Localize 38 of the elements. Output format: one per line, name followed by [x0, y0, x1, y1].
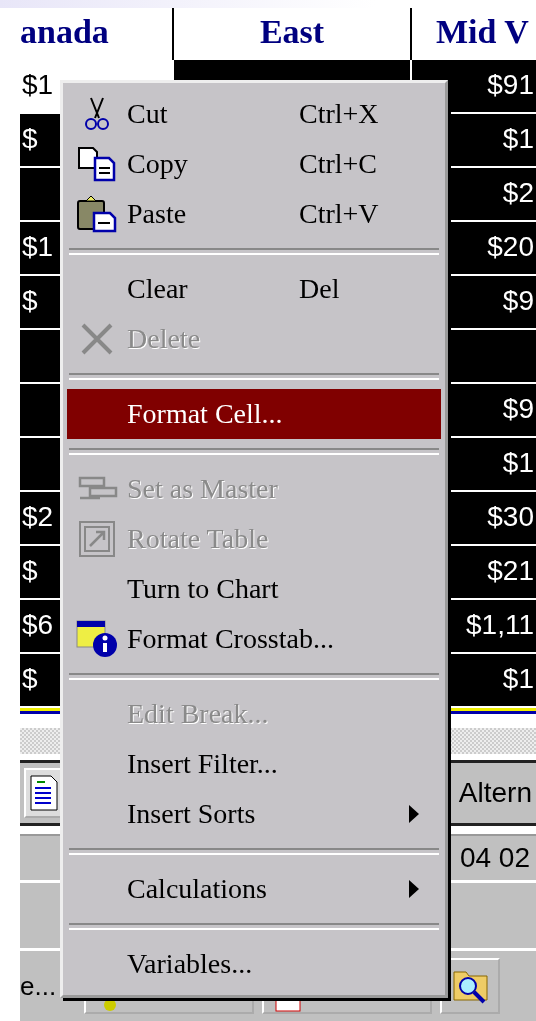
- menu-item[interactable]: Calculations: [67, 864, 441, 914]
- shortcut-label: Ctrl+X: [299, 98, 379, 130]
- table-cell-text: $91: [486, 68, 535, 102]
- document-icon: [29, 774, 59, 812]
- menu-item[interactable]: Insert Filter...: [67, 739, 441, 789]
- clipboard-icon: [76, 195, 118, 233]
- menu-item-label: Variables...: [127, 948, 253, 980]
- copy-icon: [77, 146, 117, 182]
- menu-item-label: Insert Sorts: [127, 798, 256, 830]
- table-cell-text: $9: [501, 284, 535, 318]
- table-cell-text: $30: [486, 500, 535, 534]
- column-header: Mid V: [435, 12, 530, 52]
- table-cell-text: $1: [501, 662, 535, 696]
- table-info-icon: [75, 619, 119, 659]
- toolbar-label: Altern: [458, 777, 533, 809]
- menu-item[interactable]: Format Cell...: [67, 389, 441, 439]
- submenu-arrow-icon: [409, 805, 419, 823]
- status-text: 04 02: [459, 842, 531, 874]
- table-cell-text: $1: [501, 122, 535, 156]
- scissors-icon: [82, 96, 112, 132]
- table-cell-text: $2: [501, 176, 535, 210]
- menu-item-label: Insert Filter...: [127, 748, 278, 780]
- submenu-arrow-icon: [409, 880, 419, 898]
- table-cell-text: $1,11: [465, 608, 535, 642]
- table-cell-text: $21: [486, 554, 535, 588]
- menu-item[interactable]: Variables...: [67, 939, 441, 989]
- shortcut-label: Del: [299, 273, 340, 305]
- shortcut-label: Ctrl+V: [299, 198, 379, 230]
- menu-item-label: Format Cell...: [127, 398, 283, 430]
- menu-item-label: Calculations: [127, 873, 267, 905]
- shortcut-label: Ctrl+C: [299, 148, 378, 180]
- menu-item[interactable]: Insert Sorts: [67, 789, 441, 839]
- taskbar-label: e...: [20, 970, 58, 1002]
- table-cell-text: $1: [501, 446, 535, 480]
- rotate-table-icon: [78, 520, 116, 558]
- table-cell-text: $20: [486, 230, 535, 264]
- x-icon: [79, 321, 115, 357]
- table-cell-text: $9: [501, 392, 535, 426]
